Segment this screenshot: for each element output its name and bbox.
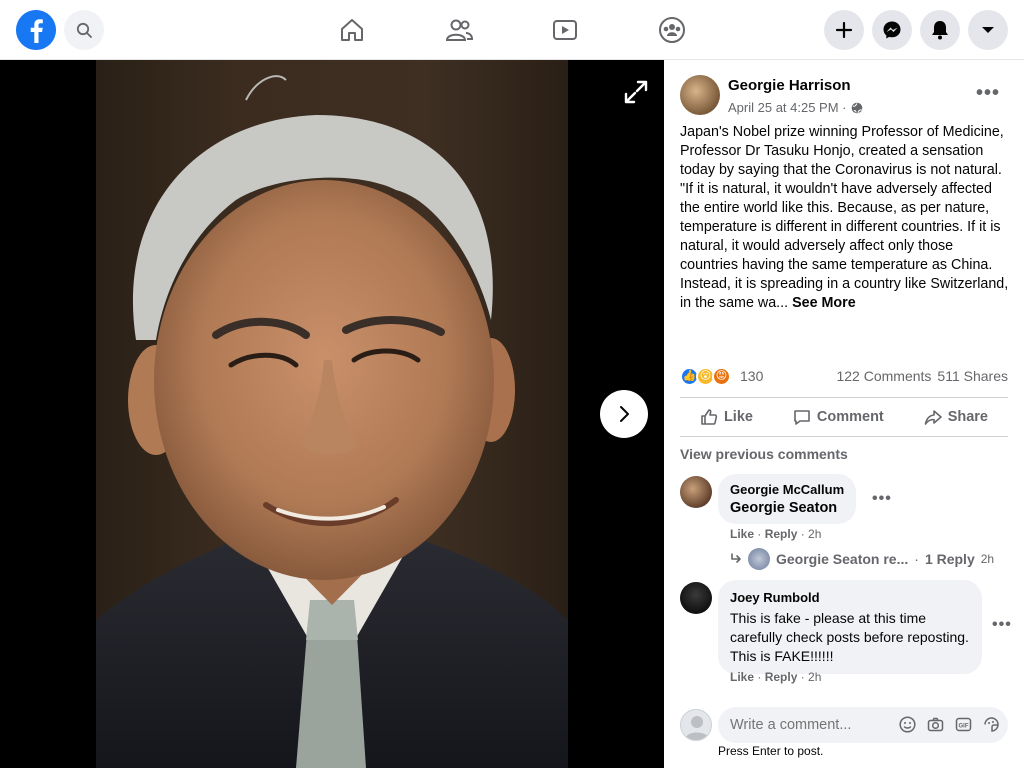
next-photo-button[interactable] — [600, 390, 648, 438]
like-icon — [701, 409, 718, 425]
like-button[interactable]: Like — [700, 408, 753, 426]
comment-options-button[interactable]: ••• — [872, 490, 892, 508]
comment-bubble: Joey Rumbold This is fake - please at th… — [718, 580, 982, 674]
post-paragraph-text: "If it is natural, it wouldn't have adve… — [680, 181, 1009, 311]
like-label: Like — [723, 409, 753, 425]
notifications-icon — [932, 21, 948, 40]
comment-time[interactable]: 2h — [808, 527, 821, 541]
comment-bubble: Georgie McCallum Georgie Seaton — [718, 474, 857, 524]
sticker-icon[interactable] — [983, 716, 1000, 733]
author-name[interactable]: Georgie Harrison — [728, 77, 851, 94]
comment-text[interactable]: Georgie Seaton — [730, 500, 837, 516]
comment-like-link[interactable]: Like — [730, 527, 754, 541]
comment-composer: GIF — [680, 704, 1008, 743]
post-body: Japan's Nobel prize winning Professor of… — [680, 123, 1010, 313]
composer-tools: GIF — [899, 716, 1000, 733]
comment-time[interactable]: 2h — [808, 670, 821, 684]
post-paragraph: Japan's Nobel prize winning Professor of… — [680, 124, 1004, 178]
next-arrow-icon — [620, 406, 629, 422]
current-user-avatar[interactable] — [680, 709, 712, 741]
post-details-panel: Georgie Harrison April 25 at 4:25 PM · •… — [664, 60, 1024, 768]
comment-meta: Like · Reply · 2h — [730, 670, 822, 684]
post-timestamp[interactable]: April 25 at 4:25 PM · — [728, 100, 847, 115]
friends-nav-button[interactable] — [443, 14, 475, 46]
post-actions: Like Comment Share — [680, 397, 1008, 437]
create-button[interactable] — [824, 10, 864, 50]
comment-icon — [794, 410, 810, 425]
share-label: Share — [947, 409, 988, 425]
comment-author[interactable]: Joey Rumbold — [730, 588, 970, 607]
facebook-logo-icon[interactable] — [16, 10, 56, 50]
account-menu-icon — [982, 27, 994, 33]
post-photo[interactable] — [96, 60, 568, 768]
reply-author: Georgie Seaton re... — [776, 551, 909, 567]
commenter-avatar[interactable] — [680, 476, 712, 508]
top-navigation-bar — [0, 0, 1024, 60]
emoji-icon[interactable] — [899, 716, 916, 733]
post-paragraph: "If it is natural, it wouldn't have adve… — [680, 180, 1010, 313]
svg-text:GIF: GIF — [959, 723, 969, 729]
messenger-button[interactable] — [872, 10, 912, 50]
messenger-icon — [883, 21, 901, 39]
comment-button[interactable]: Comment — [793, 408, 884, 426]
expand-icon — [624, 80, 648, 104]
gif-icon[interactable]: GIF — [955, 716, 972, 733]
comment-meta: Like · Reply · 2h — [730, 527, 822, 541]
replies-preview[interactable]: Georgie Seaton re... · 1 Reply 2h — [730, 548, 994, 570]
post-options-button[interactable]: ••• — [976, 82, 1000, 105]
camera-icon[interactable] — [927, 716, 944, 733]
comment-reply-link[interactable]: Reply — [765, 527, 798, 541]
comments-count[interactable]: 122 Comments — [836, 368, 931, 384]
groups-icon — [659, 17, 685, 43]
search-button[interactable] — [64, 10, 104, 50]
share-button[interactable]: Share — [924, 408, 988, 426]
shares-count[interactable]: 511 Shares — [937, 368, 1008, 384]
reactions-summary: 👍 😮 😡 130 122 Comments 511 Shares — [680, 365, 1008, 387]
reply-time: 2h — [980, 552, 995, 566]
engagement-counts: 122 Comments 511 Shares — [836, 368, 1008, 384]
comment-like-link[interactable]: Like — [730, 670, 754, 684]
share-icon — [924, 410, 942, 425]
watch-icon — [553, 20, 577, 40]
commenter-avatar[interactable] — [680, 582, 712, 614]
replies-count: 1 Reply — [924, 551, 975, 567]
search-icon — [76, 22, 92, 38]
see-more-link[interactable]: See More — [792, 295, 856, 311]
comment-text: This is fake - please at this time caref… — [730, 610, 969, 664]
reaction-icons[interactable]: 👍 😮 😡 — [680, 366, 731, 386]
view-previous-comments-link[interactable]: View previous comments — [680, 446, 848, 462]
notifications-button[interactable] — [920, 10, 960, 50]
angry-reaction-icon: 😡 — [712, 366, 731, 386]
account-menu-button[interactable] — [968, 10, 1008, 50]
globe-icon — [851, 102, 862, 113]
fullscreen-button[interactable] — [622, 78, 650, 106]
post-meta: April 25 at 4:25 PM · — [728, 100, 863, 115]
reply-author-avatar — [748, 548, 770, 570]
comment-label: Comment — [816, 409, 884, 425]
comment-author[interactable]: Georgie McCallum — [730, 482, 844, 497]
photo-viewer — [0, 60, 664, 768]
watch-nav-button[interactable] — [549, 14, 581, 46]
groups-nav-button[interactable] — [656, 14, 688, 46]
reply-arrow-icon — [731, 553, 741, 563]
comment-options-button[interactable]: ••• — [992, 616, 1012, 634]
composer-hint: Press Enter to post. — [718, 744, 824, 758]
comment-reply-link[interactable]: Reply — [765, 670, 798, 684]
home-icon — [341, 19, 363, 41]
author-avatar[interactable] — [680, 75, 720, 115]
plus-icon — [835, 21, 853, 39]
home-nav-button[interactable] — [336, 14, 368, 46]
reaction-count[interactable]: 130 — [740, 368, 763, 384]
friends-icon — [445, 19, 473, 41]
